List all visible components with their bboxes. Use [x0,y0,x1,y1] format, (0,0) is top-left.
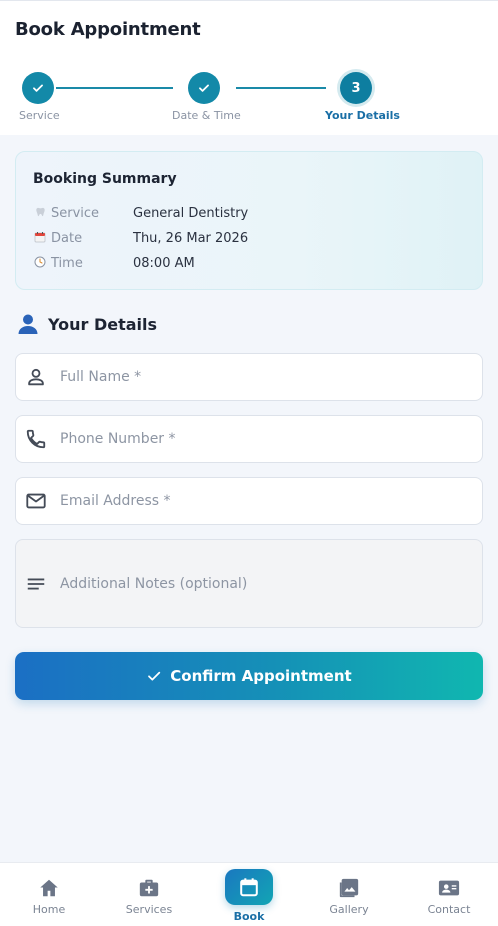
check-icon [199,84,209,92]
notes-field[interactable] [15,539,483,628]
nav-label-book: Book [233,910,265,923]
summary-key-service: Service [51,206,100,221]
person-outline-icon [28,368,44,386]
check-icon [148,671,161,681]
nav-label-home: Home [32,903,66,916]
confirm-label: Confirm Appointment [170,667,352,685]
nav-label-services: Services [125,903,173,916]
nav-contact[interactable]: Contact [399,863,498,926]
summary-value-time: 08:00 AM [133,256,195,271]
step-label-service: Service [19,109,60,122]
summary-row-date: Date Thu, 26 Mar 2026 [33,231,463,249]
mail-icon [26,493,46,509]
person-icon [18,314,38,334]
summary-title: Booking Summary [33,171,177,187]
full-name-field[interactable] [15,353,483,401]
confirm-appointment-button[interactable]: Confirm Appointment [15,652,483,700]
step-connector [236,87,326,89]
summary-value-service: General Dentistry [133,206,249,221]
nav-home[interactable]: Home [0,863,99,926]
summary-value-date: Thu, 26 Mar 2026 [133,231,249,246]
nav-book-pill [225,869,273,905]
check-icon [33,84,43,92]
nav-book[interactable]: Book [199,863,299,926]
header: Book Appointment Service Date & Time 3 Y… [0,1,498,135]
contact-card-icon [438,880,460,896]
nav-label-contact: Contact [427,903,471,916]
full-name-input[interactable] [60,369,450,385]
nav-services[interactable]: Services [99,863,199,926]
gallery-icon [339,878,359,898]
calendar-icon [33,231,47,246]
summary-row-service: Service General Dentistry [33,206,463,224]
step-service[interactable] [22,72,54,104]
phone-icon [26,429,46,449]
email-field[interactable] [15,477,483,525]
page-title: Book Appointment [15,19,201,40]
booking-summary-card: Booking Summary Service General Dentistr… [15,151,483,290]
step-label-date-time: Date & Time [172,109,241,122]
home-icon [40,879,58,897]
tooth-icon [33,206,47,221]
step-connector [56,87,173,89]
notes-icon [27,578,45,589]
nav-label-gallery: Gallery [329,903,369,916]
summary-key-date: Date [51,231,83,246]
email-input[interactable] [60,493,450,509]
clock-icon [33,256,47,271]
summary-row-time: Time 08:00 AM [33,256,463,274]
medical-bag-icon [139,879,159,897]
booking-stepper: Service Date & Time 3 Your Details [0,71,498,131]
bottom-nav: Home Services Book Gallery Contact [0,862,498,926]
nav-gallery[interactable]: Gallery [299,863,399,926]
your-details-header: Your Details [16,312,157,336]
calendar-icon [240,878,258,897]
section-title: Your Details [48,314,158,334]
phone-field[interactable] [15,415,483,463]
step-your-details[interactable]: 3 [340,72,372,104]
step-label-your-details: Your Details [325,109,400,122]
notes-input[interactable] [60,573,450,594]
step-date-time[interactable] [188,72,220,104]
phone-input[interactable] [60,431,450,447]
summary-key-time: Time [51,256,83,271]
